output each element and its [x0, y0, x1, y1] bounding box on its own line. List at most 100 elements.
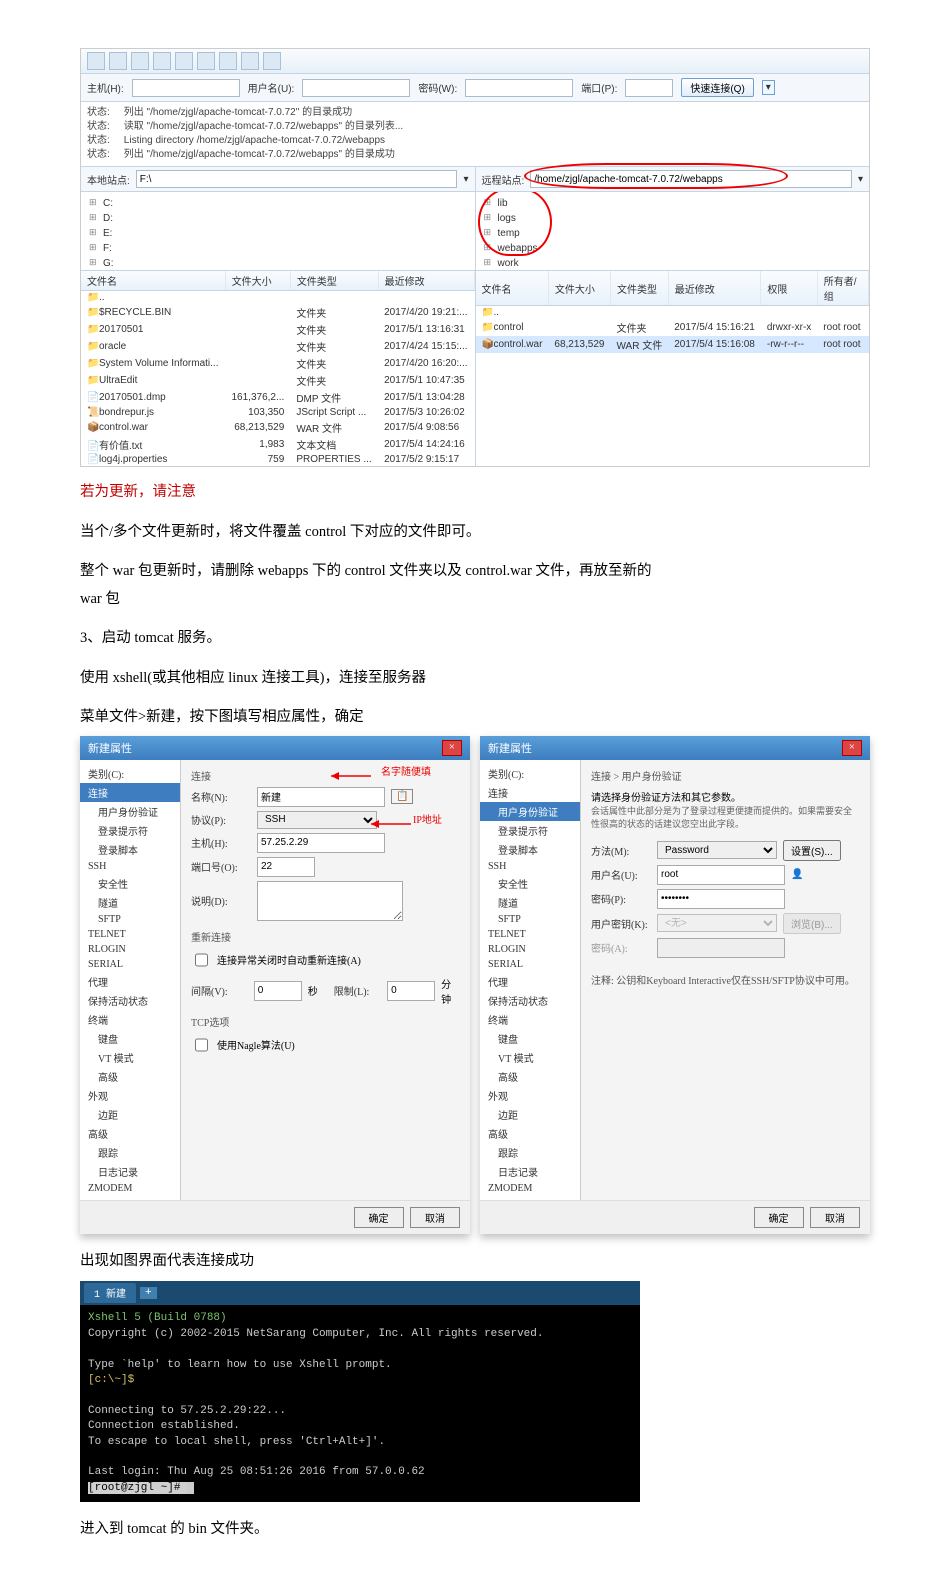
nav-item[interactable]: 连接: [480, 783, 580, 802]
nav-item[interactable]: SERIAL: [80, 957, 180, 972]
col-size[interactable]: 文件大小: [225, 271, 290, 291]
nav-item[interactable]: SFTP: [480, 912, 580, 927]
table-row[interactable]: 📁UltraEdit文件夹2017/5/1 10:47:35: [81, 372, 474, 389]
col-mtime[interactable]: 最近修改: [668, 271, 761, 306]
table-row[interactable]: 📄20170501.dmp161,376,2...DMP 文件2017/5/1 …: [81, 389, 474, 406]
nav-item[interactable]: 代理: [480, 972, 580, 991]
close-icon[interactable]: ×: [442, 740, 462, 756]
nav-item[interactable]: ZMODEM: [480, 1181, 580, 1196]
nav-item[interactable]: 登录脚本: [80, 840, 180, 859]
nav-item[interactable]: 键盘: [480, 1029, 580, 1048]
col-owner[interactable]: 所有者/组: [817, 271, 868, 306]
table-row[interactable]: 📦control.war68,213,529WAR 文件2017/5/4 9:0…: [81, 419, 474, 436]
col-size[interactable]: 文件大小: [548, 271, 610, 306]
nav-item[interactable]: 隧道: [80, 893, 180, 912]
terminal-tab[interactable]: 1 新建: [84, 1283, 136, 1303]
nav-item[interactable]: 登录提示符: [80, 821, 180, 840]
col-name[interactable]: 文件名: [476, 271, 549, 306]
nav-item[interactable]: 边距: [80, 1105, 180, 1124]
nav-item[interactable]: 日志记录: [480, 1162, 580, 1181]
setup-button[interactable]: 设置(S)...: [783, 840, 841, 861]
nav-item[interactable]: TELNET: [480, 927, 580, 942]
user-input[interactable]: [657, 865, 785, 885]
nav-item[interactable]: 用户身份验证: [480, 802, 580, 821]
nav-item[interactable]: 高级: [80, 1124, 180, 1143]
nav-item[interactable]: 用户身份验证: [80, 802, 180, 821]
toolbar-icon[interactable]: [153, 52, 171, 70]
nav-item[interactable]: SERIAL: [480, 957, 580, 972]
port-input[interactable]: [625, 79, 673, 97]
table-row[interactable]: 📁control文件夹2017/5/4 15:16:21drwxr-xr-xro…: [476, 319, 869, 336]
local-tree[interactable]: C: D: E: F: G:: [81, 192, 475, 271]
nav-item[interactable]: 代理: [80, 972, 180, 991]
col-mtime[interactable]: 最近修改: [378, 271, 474, 291]
nav-item[interactable]: ZMODEM: [80, 1181, 180, 1196]
ok-button[interactable]: 确定: [754, 1207, 804, 1228]
nav-item[interactable]: 保持活动状态: [480, 991, 580, 1010]
nav-item[interactable]: RLOGIN: [480, 942, 580, 957]
name-input[interactable]: [257, 787, 385, 807]
table-row[interactable]: 📁..: [81, 291, 474, 305]
col-type[interactable]: 文件类型: [610, 271, 668, 306]
dropdown-icon[interactable]: ▾: [858, 174, 863, 185]
limit-input[interactable]: [387, 981, 435, 1001]
table-row[interactable]: 📁$RECYCLE.BIN文件夹2017/4/20 19:21:...: [81, 304, 474, 321]
nav-item[interactable]: VT 模式: [80, 1048, 180, 1067]
remote-tree[interactable]: lib logs temp webapps work: [476, 192, 870, 271]
browse-icon[interactable]: 📋: [391, 789, 413, 804]
col-perm[interactable]: 权限: [761, 271, 817, 306]
nav-item[interactable]: 安全性: [80, 874, 180, 893]
toolbar-icon[interactable]: [219, 52, 237, 70]
table-row[interactable]: 📦control.war68,213,529WAR 文件2017/5/4 15:…: [476, 336, 869, 353]
table-row[interactable]: 📄log4j.properties759PROPERTIES ...2017/5…: [81, 453, 474, 466]
new-tab-button[interactable]: +: [140, 1287, 157, 1299]
port-input[interactable]: [257, 857, 315, 877]
ok-button[interactable]: 确定: [354, 1207, 404, 1228]
nav-item[interactable]: 日志记录: [80, 1162, 180, 1181]
dropdown-icon[interactable]: ▾: [463, 174, 468, 185]
nav-item[interactable]: 外观: [80, 1086, 180, 1105]
nav-item[interactable]: 登录提示符: [480, 821, 580, 840]
nav-item[interactable]: 跟踪: [80, 1143, 180, 1162]
nav-item[interactable]: RLOGIN: [80, 942, 180, 957]
host-input[interactable]: [257, 833, 385, 853]
pass-input[interactable]: [657, 889, 785, 909]
quick-connect-button[interactable]: 快速连接(Q): [681, 78, 753, 97]
nav-item[interactable]: 安全性: [480, 874, 580, 893]
protocol-select[interactable]: SSH: [257, 811, 377, 829]
nav-item[interactable]: SSH: [80, 859, 180, 874]
nav-item[interactable]: 外观: [480, 1086, 580, 1105]
nav-item[interactable]: 键盘: [80, 1029, 180, 1048]
reconnect-checkbox[interactable]: [195, 951, 208, 969]
nav-item[interactable]: 跟踪: [480, 1143, 580, 1162]
toolbar-icon[interactable]: [263, 52, 281, 70]
nav-item[interactable]: VT 模式: [480, 1048, 580, 1067]
pass-input[interactable]: [465, 79, 573, 97]
nav-item[interactable]: 高级: [480, 1124, 580, 1143]
nav-item[interactable]: 终端: [480, 1010, 580, 1029]
local-path-input[interactable]: [136, 170, 458, 188]
table-row[interactable]: 📁20170501文件夹2017/5/1 13:16:31: [81, 321, 474, 338]
table-row[interactable]: 📁..: [476, 306, 869, 320]
table-row[interactable]: 📜bondrepur.js103,350JScript Script ...20…: [81, 406, 474, 419]
nav-item[interactable]: 高级: [480, 1067, 580, 1086]
table-row[interactable]: 📄有价值.txt1,983文本文档2017/5/4 14:24:16: [81, 436, 474, 453]
col-name[interactable]: 文件名: [81, 271, 225, 291]
cancel-button[interactable]: 取消: [810, 1207, 860, 1228]
nav-item[interactable]: 保持活动状态: [80, 991, 180, 1010]
cancel-button[interactable]: 取消: [410, 1207, 460, 1228]
close-icon[interactable]: ×: [842, 740, 862, 756]
nav-item[interactable]: SFTP: [80, 912, 180, 927]
remote-path-input[interactable]: [530, 170, 852, 188]
toolbar-icon[interactable]: [241, 52, 259, 70]
nav-item[interactable]: 隧道: [480, 893, 580, 912]
toolbar-icon[interactable]: [197, 52, 215, 70]
user-input[interactable]: [302, 79, 410, 97]
nav-item[interactable]: 终端: [80, 1010, 180, 1029]
toolbar-icon[interactable]: [131, 52, 149, 70]
nav-item[interactable]: TELNET: [80, 927, 180, 942]
table-row[interactable]: 📁oracle文件夹2017/4/24 15:15:...: [81, 338, 474, 355]
dropdown-icon[interactable]: ▾: [762, 80, 775, 95]
nav-item[interactable]: 边距: [480, 1105, 580, 1124]
method-select[interactable]: Password: [657, 841, 777, 859]
